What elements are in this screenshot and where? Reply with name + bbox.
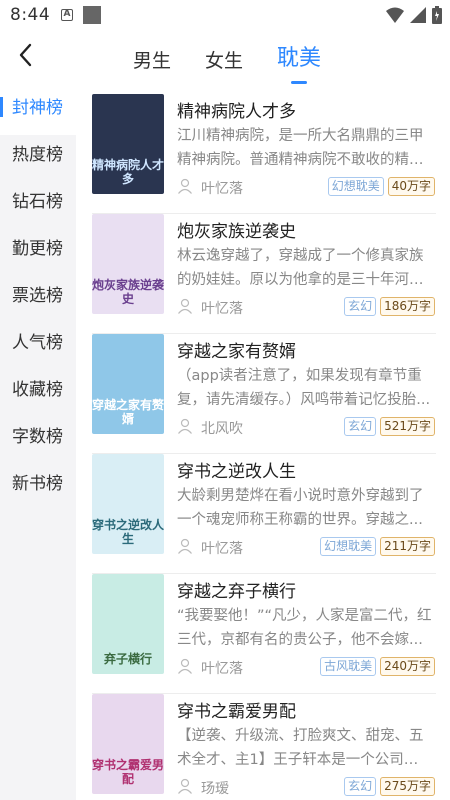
book-title: 穿越之弃子横行	[177, 582, 296, 602]
book-cover[interactable]: 弃子横行	[92, 574, 164, 674]
status-icons	[386, 6, 442, 24]
book-author: 玚瑷	[201, 781, 229, 797]
book-description: 江川精神病院，是一所大名鼎鼎的三甲精神病院。普通精神病院不敢收的精神病...	[177, 128, 424, 168]
book-cover-text: 弃子横行	[103, 652, 152, 666]
book-item[interactable]: 精神病院人才多 精神病院人才多 江川精神病院，是一所大名鼎鼎的三甲精神病院。普通…	[92, 94, 436, 214]
book-author: 叶忆落	[201, 541, 243, 557]
book-tags: 玄幻 186万字	[344, 297, 435, 316]
tab-male[interactable]: 男生	[116, 30, 188, 88]
tab-danmei[interactable]: 耽美	[260, 30, 338, 88]
book-cover[interactable]: 精神病院人才多	[92, 94, 164, 194]
genre-tag: 玄幻	[344, 777, 377, 796]
user-icon	[178, 178, 192, 194]
book-author: 北风吹	[201, 421, 243, 437]
book-description: 林云逸穿越了，穿越成了一个修真家族的奶娃娃。原以为他拿的是三十年河东...	[177, 248, 424, 288]
genre-tag: 幻想耽美	[320, 537, 377, 556]
book-item[interactable]: 弃子横行 穿越之弃子横行 “我要娶他！”“凡少，人家是富二代，红三代，京都有名的…	[92, 574, 436, 694]
book-cover[interactable]: 穿越之家有赘婿	[92, 334, 164, 434]
book-item[interactable]: 穿书之逆改人生 穿书之逆改人生 大龄剩男楚烨在看小说时意外穿越到了一个魂宠师称王…	[92, 454, 436, 574]
genre-tag: 古风耽美	[320, 657, 377, 676]
user-icon	[178, 538, 192, 554]
sidebar-item-zishu[interactable]: 字数榜	[0, 417, 76, 464]
sidebar-item-piaoxuan[interactable]: 票选榜	[0, 276, 76, 323]
book-meta: 叶忆落 幻想耽美 211万字	[177, 537, 435, 557]
sidebar-item-zuanshi[interactable]: 钻石榜	[0, 182, 76, 229]
genre-tag: 玄幻	[344, 297, 377, 316]
book-cover-text: 精神病院人才多	[92, 158, 164, 186]
book-cover-text: 穿书之霸爱男配	[92, 758, 164, 786]
book-tags: 幻想耽美 211万字	[320, 537, 435, 556]
sidebar-item-xinshu[interactable]: 新书榜	[0, 464, 76, 511]
book-description: “我要娶他！”“凡少，人家是富二代，红三代，京都有名的贵公子，他不会嫁...	[177, 608, 432, 648]
book-meta: 叶忆落 古风耽美 240万字	[177, 657, 435, 677]
book-title: 穿书之霸爱男配	[177, 702, 296, 722]
genre-tag: 玄幻	[344, 417, 377, 436]
book-cover[interactable]: 穿书之霸爱男配	[92, 694, 164, 794]
back-button[interactable]	[12, 40, 42, 70]
book-item[interactable]: 炮灰家族逆袭史 炮灰家族逆袭史 林云逸穿越了，穿越成了一个修真家族的奶娃娃。原以…	[92, 214, 436, 334]
genre-tag: 幻想耽美	[327, 177, 384, 196]
book-meta: 叶忆落 玄幻 186万字	[177, 297, 435, 317]
book-meta: 叶忆落 幻想耽美 40万字	[177, 177, 435, 197]
notification-square-icon	[83, 6, 101, 24]
book-cover[interactable]: 炮灰家族逆袭史	[92, 214, 164, 314]
notification-a-icon: A	[61, 9, 73, 21]
header: 男生 女生 耽美	[0, 30, 450, 88]
sidebar-item-fengshen[interactable]: 封神榜	[0, 88, 76, 135]
category-tabs: 男生 女生 耽美	[116, 30, 338, 88]
word-count-badge: 275万字	[380, 777, 435, 796]
book-author: 叶忆落	[201, 181, 243, 197]
chevron-left-icon	[19, 43, 32, 67]
book-cover-text: 炮灰家族逆袭史	[92, 278, 164, 306]
book-tags: 玄幻 521万字	[344, 417, 435, 436]
book-description: 【逆袭、升级流、打脸爽文、甜宠、五术全才、主1】王子轩本是一个公司小...	[177, 728, 424, 768]
status-time: 8:44	[10, 5, 51, 25]
user-icon	[178, 658, 192, 674]
book-author: 叶忆落	[201, 301, 243, 317]
sidebar-item-redu[interactable]: 热度榜	[0, 135, 76, 182]
book-meta: 玚瑷 玄幻 275万字	[177, 777, 435, 797]
book-author: 叶忆落	[201, 661, 243, 677]
book-list: 精神病院人才多 精神病院人才多 江川精神病院，是一所大名鼎鼎的三甲精神病院。普通…	[92, 94, 436, 800]
word-count-badge: 521万字	[380, 417, 435, 436]
book-description: （app读者注意了，如果发现有章节重复，请先清缓存。）风鸣带着记忆投胎...	[177, 368, 431, 408]
signal-icon	[410, 7, 426, 23]
book-cover[interactable]: 穿书之逆改人生	[92, 454, 164, 554]
sidebar-item-shoucang[interactable]: 收藏榜	[0, 370, 76, 417]
word-count-badge: 240万字	[380, 657, 435, 676]
book-title: 炮灰家族逆袭史	[177, 222, 296, 242]
status-bar: 8:44 A	[0, 0, 450, 30]
book-item[interactable]: 穿书之霸爱男配 穿书之霸爱男配 【逆袭、升级流、打脸爽文、甜宠、五术全才、主1】…	[92, 694, 436, 800]
wifi-icon	[386, 7, 404, 23]
book-cover-text: 穿越之家有赘婿	[92, 398, 164, 426]
book-description: 大龄剩男楚烨在看小说时意外穿越到了一个魂宠师称王称霸的世界。穿越之...	[177, 488, 424, 528]
ranking-sidebar: 封神榜 热度榜 钻石榜 勤更榜 票选榜 人气榜 收藏榜 字数榜 新书榜	[0, 88, 76, 800]
sidebar-item-renqi[interactable]: 人气榜	[0, 323, 76, 370]
user-icon	[178, 298, 192, 314]
book-tags: 古风耽美 240万字	[320, 657, 435, 676]
book-title: 穿书之逆改人生	[177, 462, 296, 482]
book-tags: 幻想耽美 40万字	[327, 177, 435, 196]
word-count-badge: 186万字	[380, 297, 435, 316]
user-icon	[178, 418, 192, 434]
tab-female[interactable]: 女生	[188, 30, 260, 88]
book-title: 精神病院人才多	[177, 102, 296, 122]
book-item[interactable]: 穿越之家有赘婿 穿越之家有赘婿 （app读者注意了，如果发现有章节重复，请先清缓…	[92, 334, 436, 454]
book-title: 穿越之家有赘婿	[177, 342, 296, 362]
word-count-badge: 40万字	[387, 177, 435, 196]
book-meta: 北风吹 玄幻 521万字	[177, 417, 435, 437]
word-count-badge: 211万字	[380, 537, 435, 556]
user-icon	[178, 778, 192, 794]
sidebar-item-qingeng[interactable]: 勤更榜	[0, 229, 76, 276]
book-tags: 玄幻 275万字	[344, 777, 435, 796]
battery-icon	[432, 6, 442, 24]
book-cover-text: 穿书之逆改人生	[92, 518, 164, 546]
